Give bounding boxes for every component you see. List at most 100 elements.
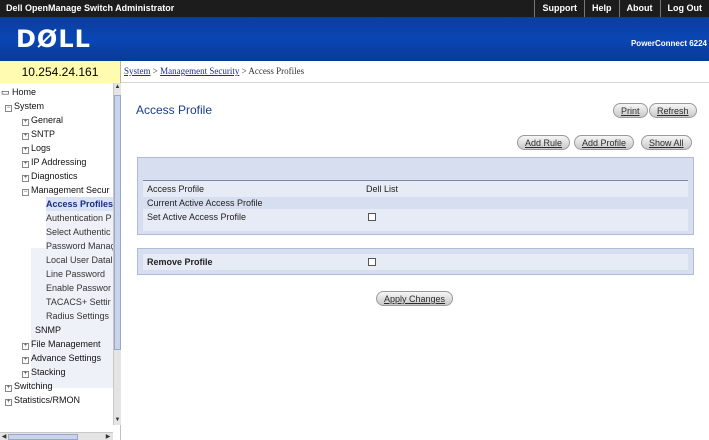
tree-item-access-profiles[interactable]: Access Profiles — [46, 197, 113, 211]
breadcrumb: System > Management Security > Access Pr… — [121, 61, 709, 83]
add-profile-button[interactable]: Add Profile — [574, 135, 635, 150]
tree-item-label: Local User Datal — [46, 255, 113, 265]
tree-item-label: Statistics/RMON — [14, 395, 81, 405]
tree-item-label: Password Manaç — [46, 241, 113, 251]
dell-logo: DØLL — [16, 25, 91, 53]
header-banner: DØLL PowerConnect 6224 — [0, 17, 709, 61]
about-link[interactable]: About — [618, 0, 660, 17]
tree-item-label: SNTP — [31, 129, 56, 139]
tree-item-label: File Management — [31, 339, 101, 349]
tree-item-stacking[interactable]: + Stacking — [22, 365, 113, 379]
expand-icon[interactable]: + — [5, 385, 12, 392]
tree-item-local-user-datal[interactable]: Local User Datal — [46, 253, 113, 267]
support-link[interactable]: Support — [534, 0, 584, 17]
top-bar: Dell OpenManage Switch Administrator Sup… — [0, 0, 709, 17]
tree-vertical-scrollbar[interactable]: ▲ ▼ — [113, 83, 121, 425]
remove-table: Remove Profile — [143, 254, 688, 270]
remove-profile-checkbox[interactable] — [368, 258, 376, 266]
top-links: Support Help About Log Out — [534, 0, 709, 17]
collapse-icon[interactable]: − — [5, 105, 12, 112]
tree-item-label: IP Addressing — [31, 157, 87, 167]
home-icon: ▭ — [1, 87, 13, 97]
tree-item-label: Select Authentic — [46, 227, 111, 237]
current-active-row: Current Active Access Profile — [143, 197, 688, 209]
tree-item-label: Access Profiles — [46, 199, 113, 209]
tree-item-enable-passwor[interactable]: Enable Passwor — [46, 281, 113, 295]
tree-item-label: TACACS+ Settir — [46, 297, 111, 307]
set-active-label: Set Active Access Profile — [147, 212, 247, 222]
scroll-thumb[interactable] — [114, 95, 121, 350]
tree-item-file-management[interactable]: + File Management — [22, 337, 113, 351]
expand-icon[interactable]: + — [22, 133, 29, 140]
remove-profile-label: Remove Profile — [147, 257, 213, 267]
expand-icon[interactable]: + — [22, 371, 29, 378]
tree-item-line-password[interactable]: Line Password — [46, 267, 113, 281]
form-table: Access Profile Dell List Current Active … — [143, 181, 688, 231]
tree-item-label: Home — [12, 87, 37, 97]
tree-item-authentication-p[interactable]: Authentication P — [46, 211, 113, 225]
breadcrumb-current: Access Profiles — [248, 66, 305, 76]
tree-item-switching[interactable]: + Switching — [5, 379, 113, 393]
help-link[interactable]: Help — [583, 0, 619, 17]
scroll-right-icon[interactable]: ▶ — [104, 433, 112, 440]
access-profile-label: Access Profile — [147, 184, 205, 194]
show-all-button[interactable]: Show All — [641, 135, 692, 150]
refresh-button[interactable]: Refresh — [649, 103, 697, 118]
apply-changes-button[interactable]: Apply Changes — [376, 291, 454, 306]
set-active-checkbox[interactable] — [368, 213, 376, 221]
ip-address: 10.254.24.161 — [0, 61, 121, 83]
tree-horizontal-scrollbar[interactable]: ◀ ▶ — [0, 432, 113, 440]
expand-icon[interactable]: + — [22, 119, 29, 126]
expand-icon[interactable]: + — [5, 399, 12, 406]
tree-item-select-authentic[interactable]: Select Authentic — [46, 225, 113, 239]
tree-item-diagnostics[interactable]: + Diagnostics — [22, 169, 113, 183]
tree-item-home[interactable]: ▭ Home — [1, 85, 113, 99]
navigation-tree: ▭ Home − System + General + SNTP + Logs + IP Addre… — [0, 83, 121, 440]
tree-item-label: Radius Settings — [46, 311, 110, 321]
remove-profile-row: Remove Profile — [143, 256, 688, 268]
tree-item-label: Enable Passwor — [46, 283, 112, 293]
tree-item-snmp[interactable]: SNMP — [35, 323, 113, 337]
access-profile-value: Dell List — [366, 184, 399, 194]
tree-item-tacacs-settir[interactable]: TACACS+ Settir — [46, 295, 113, 309]
current-active-label: Current Active Access Profile — [147, 198, 263, 208]
product-name: PowerConnect 6224 — [630, 39, 707, 48]
tree-item-password-mana[interactable]: Password Manaç — [46, 239, 113, 253]
tree-item-label: SNMP — [35, 325, 62, 335]
tree-item-logs[interactable]: + Logs — [22, 141, 113, 155]
tree-item-label: Management Secur — [31, 185, 110, 195]
expand-icon[interactable]: + — [22, 175, 29, 182]
expand-icon[interactable]: + — [22, 357, 29, 364]
tree-item-statistics-rmon[interactable]: + Statistics/RMON — [5, 393, 113, 407]
tree-item-sntp[interactable]: + SNTP — [22, 127, 113, 141]
logout-link[interactable]: Log Out — [659, 0, 709, 17]
scroll-down-icon[interactable]: ▼ — [114, 416, 121, 424]
scroll-up-icon[interactable]: ▲ — [114, 83, 121, 91]
tree-item-general[interactable]: + General — [22, 113, 113, 127]
tree-item-label: Authentication P — [46, 213, 112, 223]
tree-item-label: Logs — [31, 143, 51, 153]
tree-item-label: Diagnostics — [31, 171, 78, 181]
set-active-row: Set Active Access Profile — [143, 211, 688, 223]
tree-item-label: Advance Settings — [31, 353, 102, 363]
page-title: Access Profile — [136, 103, 213, 117]
tree-item-system[interactable]: − System — [5, 99, 113, 113]
app-title: Dell OpenManage Switch Administrator — [6, 3, 175, 13]
scroll-left-icon[interactable]: ◀ — [0, 433, 8, 440]
remove-profile-panel: Remove Profile — [137, 248, 694, 275]
tree-item-advance-settings[interactable]: + Advance Settings — [22, 351, 113, 365]
tree-item-ip-addressing[interactable]: + IP Addressing — [22, 155, 113, 169]
breadcrumb-management-security-link[interactable]: Management Security — [160, 66, 239, 76]
print-button[interactable]: Print — [613, 103, 648, 118]
collapse-icon[interactable]: − — [22, 189, 29, 196]
tree-item-label: Stacking — [31, 367, 66, 377]
tree-item-label: General — [31, 115, 64, 125]
scroll-thumb-horizontal[interactable] — [8, 434, 78, 440]
breadcrumb-system-link[interactable]: System — [124, 66, 151, 76]
tree-item-radius-settings[interactable]: Radius Settings — [46, 309, 113, 323]
expand-icon[interactable]: + — [22, 161, 29, 168]
expand-icon[interactable]: + — [22, 147, 29, 154]
tree-item-management-secur[interactable]: − Management Secur — [22, 183, 113, 197]
expand-icon[interactable]: + — [22, 343, 29, 350]
add-rule-button[interactable]: Add Rule — [517, 135, 571, 150]
